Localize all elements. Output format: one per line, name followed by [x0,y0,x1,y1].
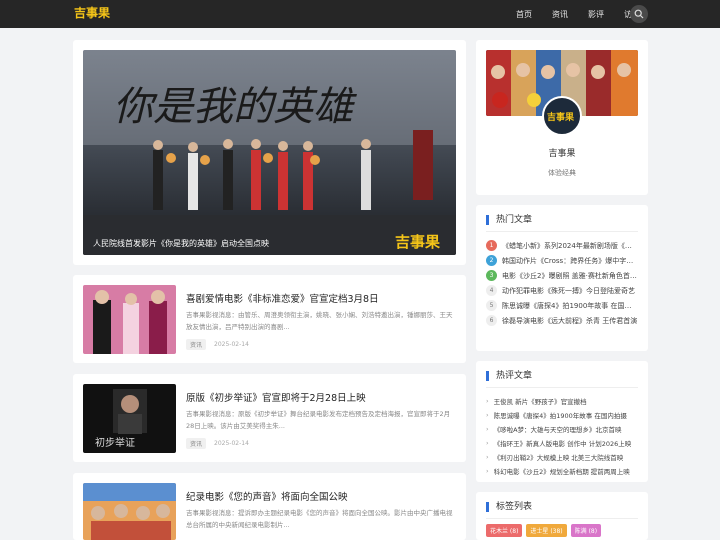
list-item[interactable]: 王俊凯 新片《野孩子》官宣撤档 [486,394,638,408]
top-navbar: 吉事果 首页 资讯 影评 访谈 [0,0,720,28]
featured-image[interactable]: 你是我的英雄 吉事果 人民院线首发影片《你是我的英雄》启动全国点映 [83,50,456,255]
list-item[interactable]: 科幻电影《沙丘2》规划全新档期 提前两周上映 [486,464,638,478]
post-card[interactable]: 喜剧爱情电影《非标准恋爱》官宣定档3月8日 吉事果影视消息：由管乐、周澄奥领衔主… [73,275,466,363]
post-meta: 资讯 2025-02-14 [186,339,249,350]
nav-item-home[interactable]: 首页 [516,9,532,20]
list-item[interactable]: 陈思诚曝《唐探4》拍1900年故事 在国内拍摄 [486,408,638,422]
nav-item-reviews[interactable]: 影评 [588,9,604,20]
hot-articles-widget: 热门文章 1《蜡笔小新》系列2024年最新剧场版《蜡笔小新：我们的恐龙日记》 2… [476,205,648,351]
list-item[interactable]: 《哆啦A梦：大雄与天空的理想乡》北京首映 [486,422,638,436]
author-name[interactable]: 吉事果 [476,146,648,159]
post-thumbnail[interactable] [83,285,176,354]
svg-text:吉事果: 吉事果 [74,5,110,20]
post-excerpt: 吉事果影视消息：由管乐、周澄奥领衔主演，姚晓、张小娴、刘浩特邀出演，锤娜丽莎、王… [186,311,453,331]
post-title[interactable]: 原版《初步举证》官宣即将于2月28日上映 [186,390,366,404]
post-card[interactable]: 初步举证 原版《初步举证》官宣即将于2月28日上映 吉事果影视消息：原版《初步举… [73,374,466,462]
featured-post[interactable]: 你是我的英雄 吉事果 人民院线首发影片《你是我的英雄》启动全国点映 [73,40,466,265]
widget-title: 标签列表 [486,502,532,512]
post-date: 2025-02-14 [214,440,249,447]
author-avatar[interactable]: 吉事果 [542,96,582,136]
list-item[interactable]: 《指环王》新真人版电影 创作中 计划2026上映 [486,436,638,450]
list-item[interactable]: 5 陈思诚曝《唐探4》拍1900年故事 在国内拍摄 [486,298,638,313]
banner-title: 你是我的英雄 [113,84,357,130]
post-thumbnail[interactable] [83,483,176,540]
post-card[interactable]: 纪录电影《您的声音》将面向全国公映 吉事果影视消息：提诉即办主题纪录电影《您的声… [73,473,466,540]
svg-text:吉事果: 吉事果 [547,111,575,123]
hero-watermark: 吉事果 [395,233,441,251]
hot-articles-list: 1《蜡笔小新》系列2024年最新剧场版《蜡笔小新：我们的恐龙日记》 2韩国动作片… [486,238,638,328]
tag-pill[interactable]: 陈满 (8) [570,524,602,537]
list-item[interactable]: 4 动作犯罪电影《殊死一搏》今日登陆爱奇艺 [486,283,638,298]
list-item[interactable]: 2韩国动作片《Cross：跨界任务》爆中字版迅雷下载 [486,253,638,268]
author-description: 体验经典 [548,169,576,177]
post-title[interactable]: 纪录电影《您的声音》将面向全国公映 [186,489,348,503]
tags-widget: 标签列表 花木兰 (8) 进士星 (38) 陈满 (8) [476,492,648,540]
featured-caption[interactable]: 人民院线首发影片《你是我的英雄》启动全国点映 [93,238,269,249]
list-item[interactable]: 《利刃出鞘2》大规模上映 北美三大院线首映 [486,450,638,464]
main-nav: 首页 资讯 影评 访谈 [516,0,640,28]
search-button[interactable] [630,5,648,23]
post-excerpt: 吉事果影视消息：原版《初步举证》舞台纪录电影发布定档预告及定档海报，官宣即将于2… [186,410,451,430]
post-thumbnail[interactable]: 初步举证 [83,384,176,453]
post-meta: 资讯 2025-02-14 [186,438,249,449]
site-logo[interactable]: 吉事果 [73,4,113,24]
tag-cloud: 花木兰 (8) 进士星 (38) 陈满 (8) [486,524,602,537]
tag-pill[interactable]: 进士星 (38) [526,524,567,537]
post-title[interactable]: 喜剧爱情电影《非标准恋爱》官宣定档3月8日 [186,291,379,305]
nav-item-news[interactable]: 资讯 [552,9,568,20]
post-tag[interactable]: 资讯 [186,438,207,449]
widget-title: 热评文章 [486,371,532,381]
author-profile-card: 吉事果 吉事果 体验经典 [476,40,648,195]
post-tag[interactable]: 资讯 [186,339,207,350]
post-excerpt: 吉事果影视消息：提诉即办主题纪录电影《您的声音》将面向全国公映。影片由中央广播电… [186,509,453,529]
list-item[interactable]: 6 徐磊导演电影《远大前程》杀青 王传君首演 [486,313,638,328]
list-item[interactable]: 1《蜡笔小新》系列2024年最新剧场版《蜡笔小新：我们的恐龙日记》 [486,238,638,253]
list-item[interactable]: 3 电影《沙丘2》曝剧照 盖雅·赛杜新角色首曝光 [486,268,638,283]
search-icon [634,9,644,19]
hot-reviews-list: 王俊凯 新片《野孩子》官宣撤档 陈思诚曝《唐探4》拍1900年故事 在国内拍摄 … [486,394,638,478]
post-date: 2025-02-14 [214,341,249,348]
svg-text:初步举证: 初步举证 [95,436,135,449]
hot-reviews-widget: 热评文章 王俊凯 新片《野孩子》官宣撤档 陈思诚曝《唐探4》拍1900年故事 在… [476,361,648,482]
tag-pill[interactable]: 花木兰 (8) [486,524,523,537]
widget-title: 热门文章 [486,215,532,225]
